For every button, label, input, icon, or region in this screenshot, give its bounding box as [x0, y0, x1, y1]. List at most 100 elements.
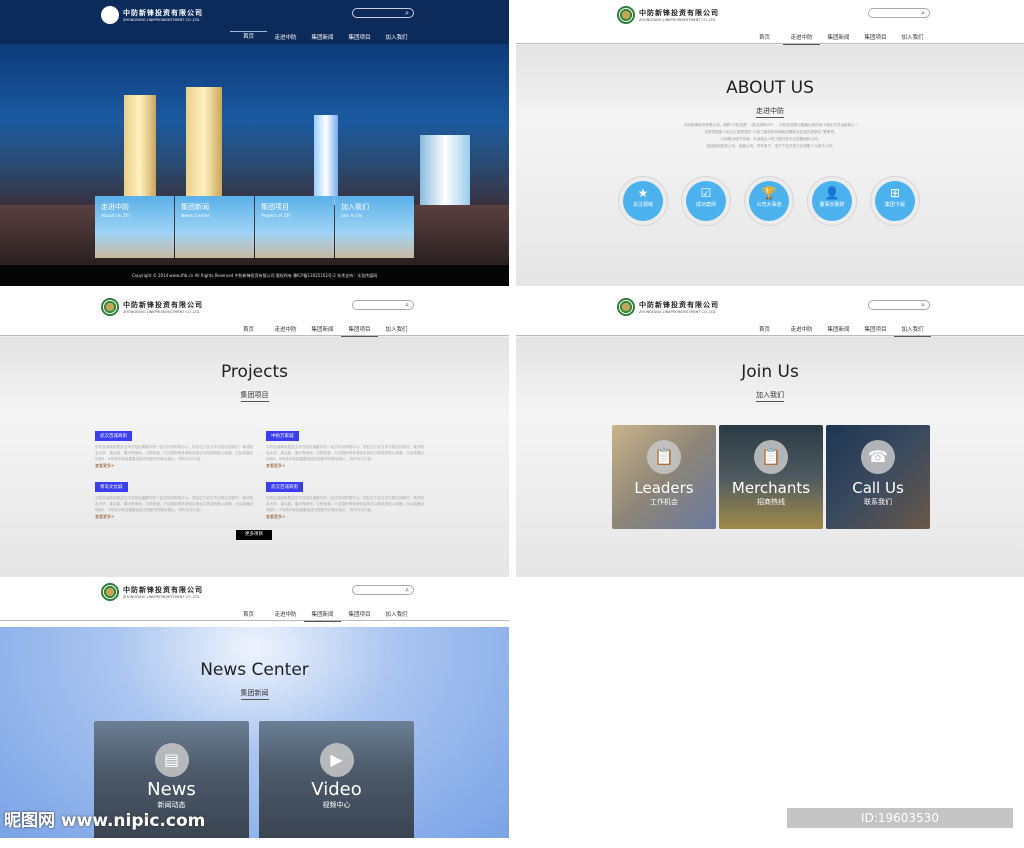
news-page-mockup: 中防新锋投资有限公司 ZHONGFANG LINKPROINVESTMENT CO… — [0, 577, 509, 838]
header-divider — [0, 620, 509, 621]
search-input[interactable]: ⌕ — [868, 300, 930, 310]
join-card[interactable]: 📋 Merchants 招商热线 — [719, 425, 823, 529]
logo-text: 中防新锋投资有限公司 ZHONGFANG LINKPROINVESTMENT CO… — [123, 585, 203, 599]
logo-text: 中防新锋投资有限公司 ZHONGFANG LINKPROINVESTMENT CO… — [639, 8, 719, 22]
logo-emblem-icon — [101, 6, 119, 24]
title-en: ABOUT US — [726, 78, 814, 98]
about-link[interactable]: ☑ 成功案例 — [681, 176, 731, 226]
about-link-inner: ★ 关注领域 — [623, 181, 663, 221]
nav-item[interactable]: 首页 — [230, 31, 267, 44]
card-subtitle: About Us ZFI — [101, 214, 130, 219]
join-card-subtitle: 联系我们 — [864, 498, 892, 506]
video-camera-icon: ▶ — [319, 743, 354, 777]
project-tag[interactable]: 中防万家城 — [266, 431, 299, 441]
card-title: 集团项目 — [261, 203, 289, 211]
logo-name-cn: 中防新锋投资有限公司 — [123, 301, 203, 309]
site-header: 中防新锋投资有限公司 ZHONGFANG LINKPROINVESTMENT CO… — [516, 0, 1024, 45]
join-card-subtitle: 招商热线 — [757, 498, 785, 506]
search-input[interactable]: ⌕ — [352, 585, 414, 595]
logo-emblem-icon — [101, 583, 119, 601]
about-link[interactable]: ★ 关注领域 — [618, 176, 668, 226]
logo[interactable]: 中防新锋投资有限公司 ZHONGFANG LINKPROINVESTMENT CO… — [617, 298, 719, 316]
logo[interactable]: 中防新锋投资有限公司 ZHONGFANG LINKPROINVESTMENT CO… — [617, 6, 719, 24]
news-card-subtitle: 视频中心 — [322, 801, 351, 809]
project-item: 武汉百诚商街中防百诚商街是武汉市汉阳区最繁华的一站式时尚购物中心。项目位于武汉市… — [95, 422, 255, 469]
site-header: 中防新锋投资有限公司 ZHONGFANG LINKPROINVESTMENT CO… — [516, 292, 1024, 337]
nav-item[interactable]: 加入我们 — [378, 31, 415, 44]
nav-item[interactable]: 集团新闻 — [304, 31, 341, 44]
nav-item[interactable]: 集团项目 — [341, 31, 378, 44]
card-title: 集团新闻 — [181, 203, 209, 211]
about-link[interactable]: 👤 董事长致辞 — [807, 176, 857, 226]
read-more-link[interactable]: 查看更多> — [266, 463, 426, 469]
search-icon[interactable]: ⌕ — [921, 301, 925, 309]
feature-card[interactable]: 加入我们 Join In Us — [335, 196, 414, 258]
title-cn: 走进中防 — [756, 106, 784, 118]
about-link[interactable]: 🏆 公司大事迹 — [744, 176, 794, 226]
feature-card[interactable]: 集团项目 Project of ZFI — [255, 196, 334, 258]
project-tag[interactable]: 武汉百诚商街 — [266, 482, 303, 492]
project-tag[interactable]: 武汉百诚商街 — [95, 431, 132, 441]
join-page-mockup: 中防新锋投资有限公司 ZHONGFANG LINKPROINVESTMENT CO… — [516, 292, 1024, 577]
project-description: 中防百诚商街是武汉市汉阳区最繁华的一站式时尚购物中心。项目位于武汉市汉阳区钟家村… — [95, 445, 254, 461]
title-cn: 集团项目 — [240, 390, 269, 402]
read-more-link[interactable]: 查看更多> — [266, 514, 426, 520]
image-id-label: ID:19603530 NO:20161113175705104000 — [787, 808, 1013, 845]
project-description: 中防百诚商街是武汉市汉阳区最繁华的一站式时尚购物中心。项目位于武汉市汉阳区钟家村… — [266, 496, 425, 512]
about-link-inner: ☑ 成功案例 — [686, 181, 726, 221]
feature-card[interactable]: 走进中防 About Us ZFI — [95, 196, 174, 258]
news-card-title: Video — [311, 779, 362, 800]
title-en: News Center — [200, 660, 309, 680]
clipboard-check-icon: 📋 — [754, 440, 788, 474]
logo[interactable]: 中防新锋投资有限公司 ZHONGFANG LINKPROINVESTMENT CO… — [101, 6, 203, 24]
about-link-inner: 🏆 公司大事迹 — [749, 181, 789, 221]
header-divider — [516, 335, 1024, 336]
about-link-inner: 👤 董事长致辞 — [812, 181, 852, 221]
search-input[interactable]: ⌕ — [868, 8, 930, 18]
about-link-label: 集团下属 — [884, 202, 905, 208]
logo-name-cn: 中防新锋投资有限公司 — [123, 586, 203, 594]
nav-item[interactable]: 走进中防 — [267, 31, 304, 44]
logo-emblem-icon — [101, 298, 119, 316]
about-page-mockup: 中防新锋投资有限公司 ZHONGFANG LINKPROINVESTMENT CO… — [516, 0, 1024, 286]
logo[interactable]: 中防新锋投资有限公司 ZHONGFANG LINKPROINVESTMENT CO… — [101, 298, 203, 316]
section-title: Join Us 加入我们 — [516, 362, 1024, 402]
search-input[interactable]: ⌕ — [352, 8, 414, 18]
join-card[interactable]: ☎ Call Us 联系我们 — [826, 425, 930, 529]
logo-name-en: ZHONGFANG LINKPROINVESTMENT CO.,LTD. — [123, 18, 201, 22]
search-icon[interactable]: ⌕ — [405, 9, 409, 17]
project-description: 中防百诚商街是武汉市汉阳区最繁华的一站式时尚购物中心。项目位于武汉市汉阳区钟家村… — [266, 445, 425, 461]
org-chart-icon: ⊞ — [889, 186, 901, 200]
header-divider — [516, 43, 1024, 44]
section-title: News Center 集团新闻 — [0, 660, 509, 700]
search-input[interactable]: ⌕ — [352, 300, 414, 310]
search-icon[interactable]: ⌕ — [405, 586, 409, 594]
main-nav: 首页 走进中防 集团新闻 集团项目 加入我们 — [230, 31, 415, 44]
feature-card[interactable]: 集团新闻 News Center — [175, 196, 254, 258]
logo-text: 中防新锋投资有限公司 ZHONGFANG LINKPROINVESTMENT CO… — [123, 300, 203, 314]
read-more-link[interactable]: 查看更多> — [95, 514, 255, 520]
news-card[interactable]: ▶ Video 视频中心 — [259, 721, 414, 838]
search-icon[interactable]: ⌕ — [921, 9, 925, 17]
more-projects-button[interactable]: 更多项目 — [236, 530, 272, 540]
search-icon[interactable]: ⌕ — [405, 301, 409, 309]
join-card-title: Merchants — [731, 479, 811, 497]
site-header: 中防新锋投资有限公司 ZHONGFANG LINKPROINVESTMENT CO… — [0, 577, 509, 622]
join-card[interactable]: 📋 Leaders 工作机会 — [612, 425, 716, 529]
about-link[interactable]: ⊞ 集团下属 — [870, 176, 920, 226]
logo-name-en: ZHONGFANG LINKPROINVESTMENT CO.,LTD. — [123, 595, 201, 599]
card-subtitle: News Center — [181, 214, 210, 219]
card-subtitle: Project of ZFI — [261, 214, 291, 219]
read-more-link[interactable]: 查看更多> — [95, 463, 255, 469]
about-paragraph: 中防新锋投资有限公司，简称“中防投资”（英文简称ZFI），中防投资是中国最优秀的… — [666, 122, 876, 150]
logo-emblem-icon — [617, 298, 635, 316]
site-header: 中防新锋投资有限公司 ZHONGFANG LINKPROINVESTMENT CO… — [0, 0, 509, 44]
card-title: 加入我们 — [341, 203, 369, 211]
phone-icon: ☎ — [861, 440, 895, 474]
about-link-label: 公司大事迹 — [756, 202, 782, 208]
copyright-footer: Copyright © 2014 www.zfib.cn All Rights … — [0, 265, 509, 286]
paragraph-line: 包括各地投资公司、运营公司、汽车电子、电子产品开发与应用等十几家子公司。 — [706, 144, 836, 148]
project-tag[interactable]: 青岛文化城 — [95, 482, 128, 492]
logo[interactable]: 中防新锋投资有限公司 ZHONGFANG LINKPROINVESTMENT CO… — [101, 583, 203, 601]
logo-name-cn: 中防新锋投资有限公司 — [639, 301, 719, 309]
